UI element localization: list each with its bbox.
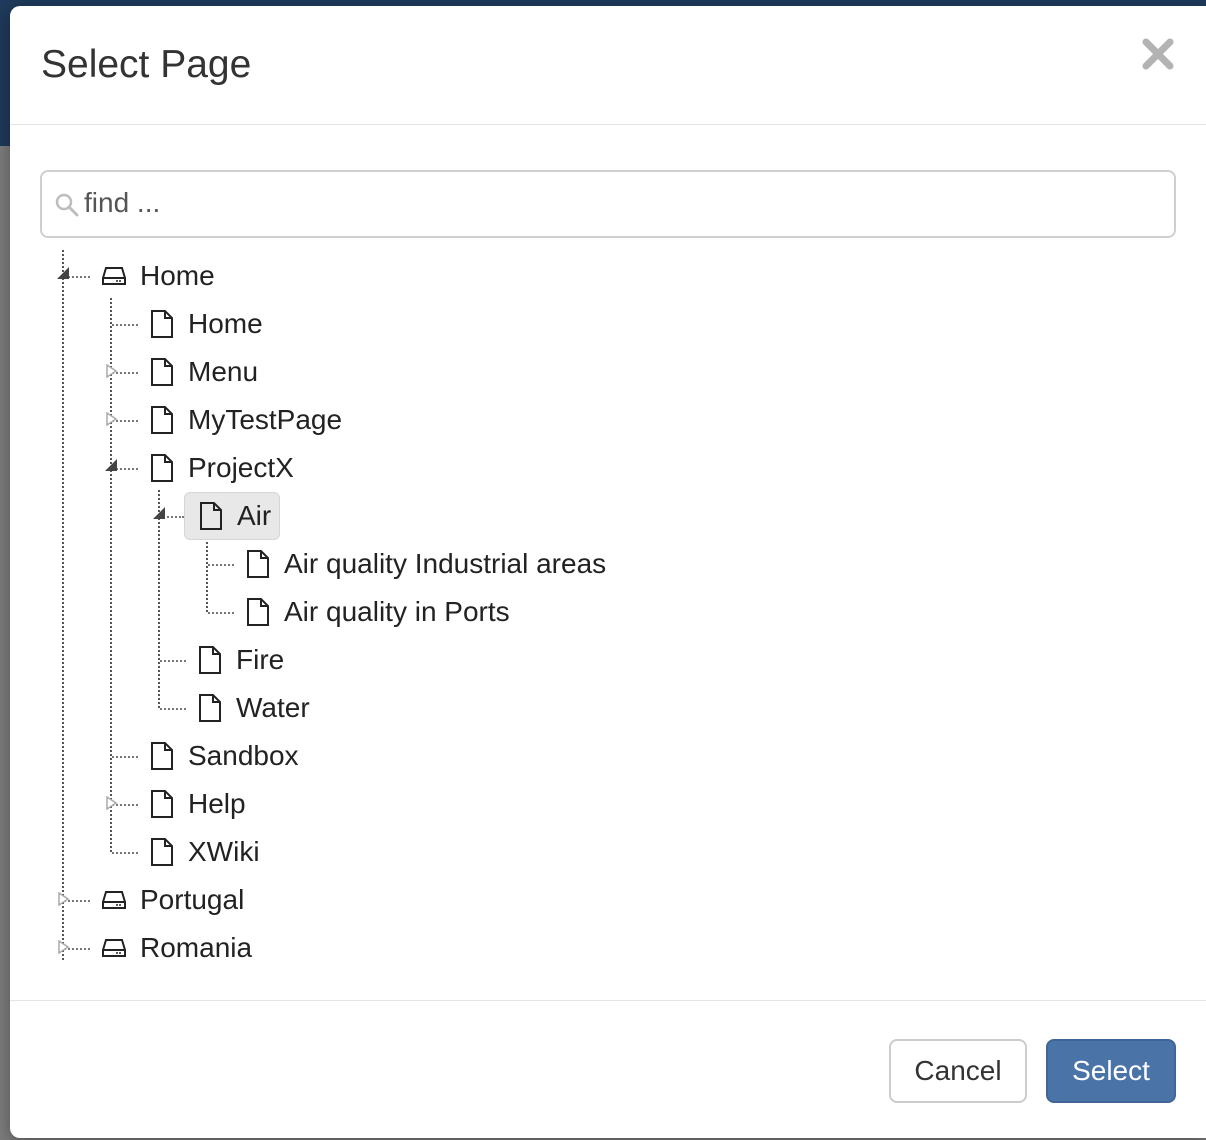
expanded-toggle-icon[interactable] — [56, 266, 70, 280]
tree-node-label: Water — [236, 692, 310, 723]
page-icon — [244, 548, 272, 580]
tree-node-menu[interactable]: Menu — [148, 350, 258, 394]
tree-node-label: Fire — [236, 644, 285, 675]
tree-node-air-quality-industrial[interactable]: Air quality Industrial areas — [244, 542, 606, 586]
cancel-button[interactable]: Cancel — [889, 1039, 1027, 1103]
page-icon — [148, 836, 176, 868]
dialog-footer: Cancel Select — [10, 1000, 1206, 1139]
page-icon — [196, 644, 224, 676]
drive-icon — [100, 884, 128, 916]
tree-node-help[interactable]: Help — [148, 782, 246, 826]
page-icon — [148, 308, 176, 340]
tree-node-air-quality-ports[interactable]: Air quality in Ports — [244, 590, 510, 634]
page-icon — [148, 356, 176, 388]
tree-node-romania[interactable]: Romania — [100, 926, 252, 970]
tree-connector — [208, 612, 234, 614]
tree-node-label: Help — [188, 788, 246, 819]
tree-guide-line — [62, 250, 64, 960]
page-icon — [148, 740, 176, 772]
tree-node-label: ProjectX — [188, 452, 294, 483]
tree-node-home-wiki[interactable]: Home — [100, 254, 215, 298]
tree-node-label: Romania — [140, 932, 253, 963]
tree-connector — [112, 756, 138, 758]
tree-connector — [160, 708, 186, 710]
tree-node-label: MyTestPage — [188, 404, 343, 435]
tree-node-mytestpage[interactable]: MyTestPage — [148, 398, 342, 442]
page-icon — [244, 596, 272, 628]
expanded-toggle-icon[interactable] — [152, 506, 166, 520]
tree-node-label: Air — [237, 500, 272, 531]
tree-node-label: XWiki — [188, 836, 260, 867]
tree-node-xwiki[interactable]: XWiki — [148, 830, 260, 874]
tree-node-sandbox[interactable]: Sandbox — [148, 734, 299, 778]
tree-node-fire[interactable]: Fire — [196, 638, 284, 682]
tree-node-label: Menu — [188, 356, 259, 387]
tree-node-air[interactable]: Air — [184, 492, 281, 540]
expanded-toggle-icon[interactable] — [104, 458, 118, 472]
tree-guide-line — [110, 298, 112, 852]
page-icon — [197, 500, 225, 532]
page-icon — [148, 788, 176, 820]
collapsed-toggle-icon[interactable] — [104, 796, 118, 810]
page-icon — [148, 452, 176, 484]
select-page-dialog: Select Page find ... Home Home Menu MyTe… — [10, 6, 1206, 1138]
tree-node-label: Portugal — [140, 884, 245, 915]
tree-node-water[interactable]: Water — [196, 686, 310, 730]
tree-node-portugal[interactable]: Portugal — [100, 878, 244, 922]
collapsed-toggle-icon[interactable] — [56, 940, 70, 954]
select-button[interactable]: Select — [1046, 1039, 1176, 1103]
tree-node-label: Home — [140, 260, 215, 291]
tree-guide-line — [206, 538, 208, 612]
tree-connector — [208, 564, 234, 566]
tree-node-projectx[interactable]: ProjectX — [148, 446, 294, 490]
drive-icon — [100, 932, 128, 964]
collapsed-toggle-icon[interactable] — [104, 364, 118, 378]
page-icon — [148, 404, 176, 436]
collapsed-toggle-icon[interactable] — [56, 892, 70, 906]
tree-connector — [112, 852, 138, 854]
tree-node-label: Air quality in Ports — [284, 596, 510, 627]
drive-icon — [100, 260, 128, 292]
tree-node-label: Home — [188, 308, 263, 339]
tree-node-label: Air quality Industrial areas — [284, 548, 607, 579]
collapsed-toggle-icon[interactable] — [104, 412, 118, 426]
tree-node-label: Sandbox — [188, 740, 299, 771]
tree-guide-line — [158, 490, 160, 708]
page-icon — [196, 692, 224, 724]
tree-node-home[interactable]: Home — [148, 302, 263, 346]
tree-connector — [160, 660, 186, 662]
page-tree: Home Home Menu MyTestPage ProjectX Air A… — [10, 6, 1206, 1006]
tree-connector — [112, 324, 138, 326]
